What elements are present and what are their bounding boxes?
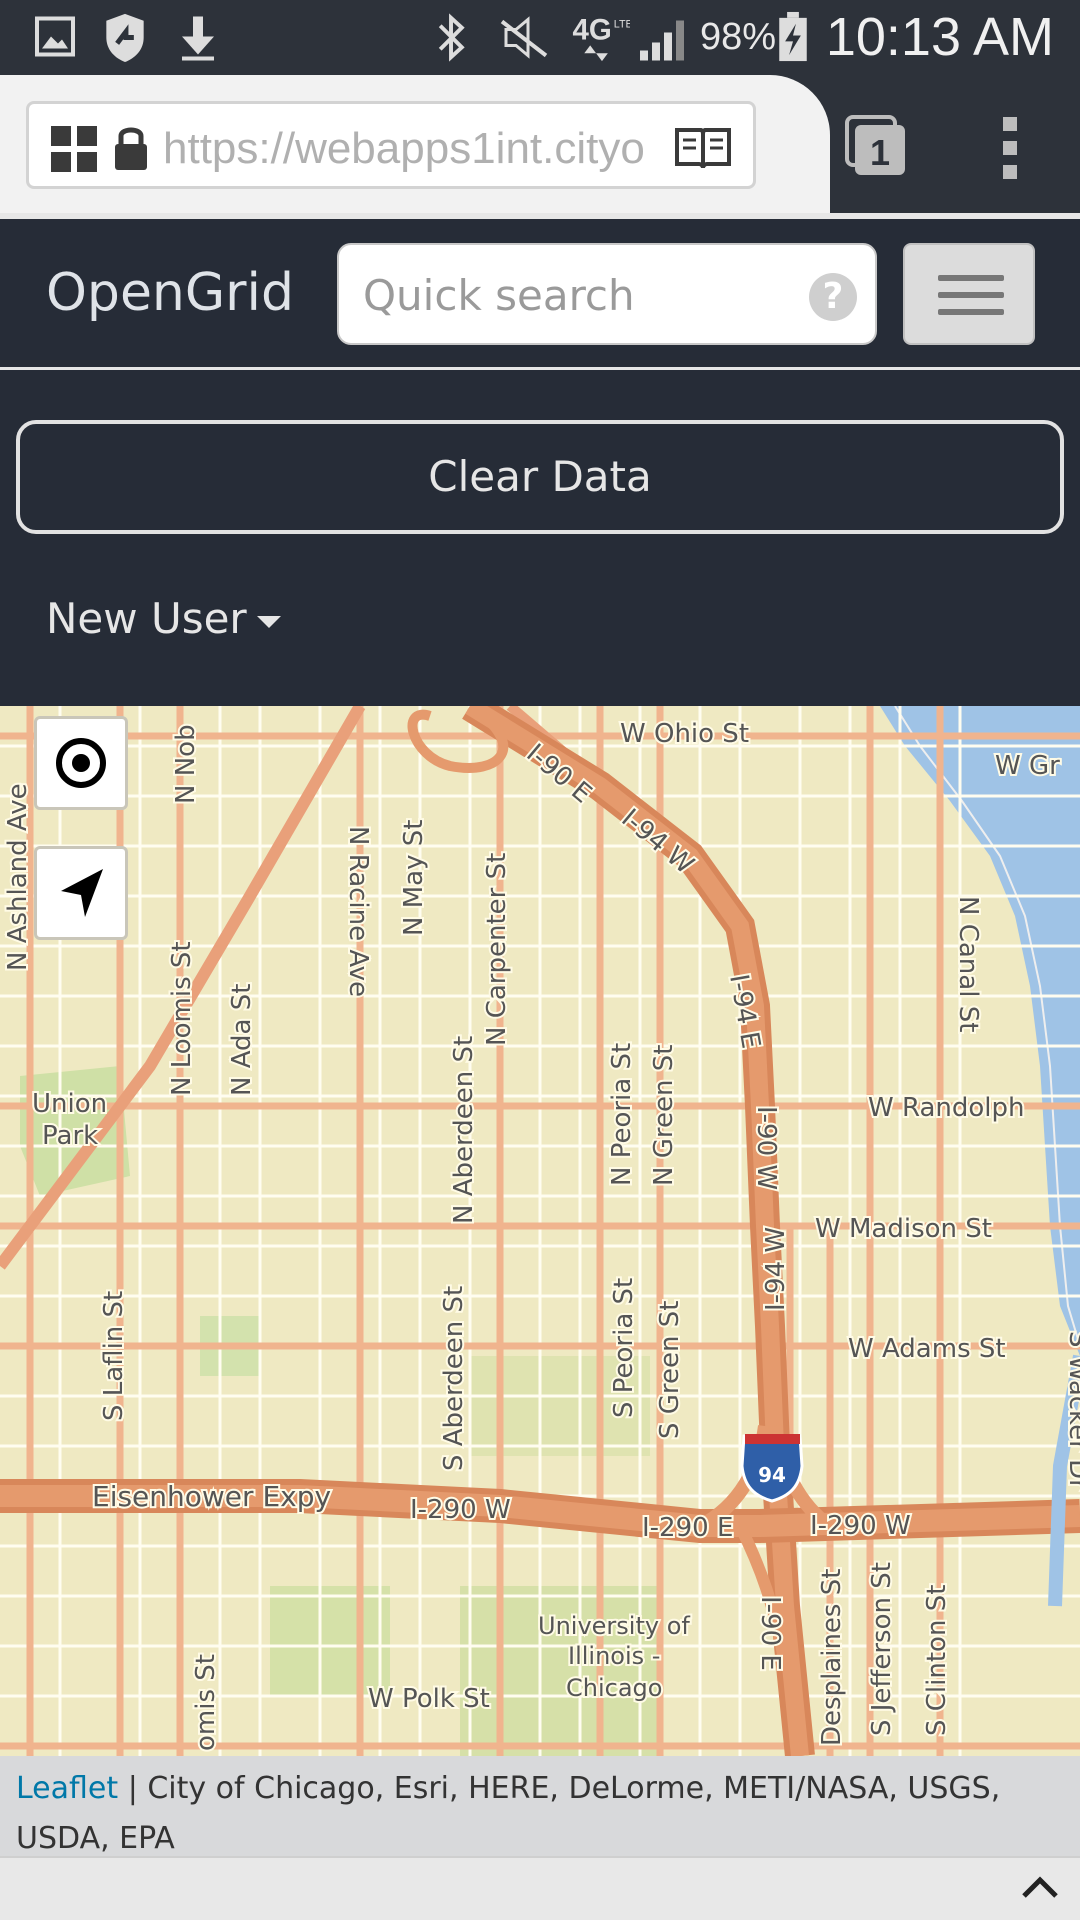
street-label: N Nob	[171, 724, 201, 804]
attribution-text: | City of Chicago, Esri, HERE, DeLorme, …	[16, 1771, 1001, 1856]
menu-toggle-button[interactable]	[903, 243, 1035, 345]
battery-percent: 98%	[700, 16, 777, 58]
browser-toolbar: https://webapps1int.cityo 1	[0, 75, 1080, 219]
street-label: Desplaines St	[817, 1569, 847, 1746]
svg-text:LTE: LTE	[614, 19, 630, 31]
more-vert-icon	[1003, 117, 1017, 179]
map-view[interactable]: 94 W Ohio St W Gr W Randolph W Madison S…	[0, 706, 1080, 1756]
address-bar[interactable]: https://webapps1int.cityo	[26, 101, 756, 189]
place-label: Illinois -	[568, 1642, 660, 1670]
street-label: S Wacker Dr	[1063, 1331, 1080, 1490]
street-label: N Loomis St	[167, 941, 197, 1096]
mute-icon	[500, 16, 548, 59]
street-label: N Green St	[649, 1045, 679, 1186]
battery-charging-icon	[779, 11, 807, 62]
street-label: N Aberdeen St	[449, 1036, 479, 1224]
street-label: N Peoria St	[607, 1043, 637, 1186]
url-text[interactable]: https://webapps1int.cityo	[163, 124, 663, 174]
hamburger-bar	[938, 275, 1004, 281]
tabs-icon: 1	[845, 115, 905, 175]
reader-mode-icon[interactable]	[674, 126, 732, 172]
shield-number: 94	[758, 1463, 786, 1487]
clear-data-button[interactable]: Clear Data	[16, 420, 1064, 534]
chevron-up-icon[interactable]	[1020, 1872, 1060, 1902]
tabs-button[interactable]: 1	[845, 115, 907, 177]
hamburger-bar	[938, 292, 1004, 298]
bluetooth-icon	[438, 13, 465, 62]
signal-icon	[640, 20, 684, 61]
lock-icon	[115, 127, 147, 170]
highway-label: I-290 W	[810, 1511, 911, 1541]
street-label: N Ashland Ave	[3, 783, 33, 971]
hamburger-bar	[938, 309, 1004, 315]
street-label: S Peoria St	[609, 1278, 639, 1418]
target-icon	[56, 738, 106, 788]
leaflet-link[interactable]: Leaflet	[16, 1771, 118, 1806]
street-label: Eisenhower Expy	[92, 1480, 331, 1513]
clock: 10:13 AM	[825, 7, 1054, 67]
navigation-arrow-icon	[61, 869, 103, 917]
place-label: Union	[32, 1089, 107, 1119]
street-label: W Randolph	[868, 1093, 1025, 1123]
site-grid-icon	[51, 126, 97, 172]
highway-label: I-90 W	[751, 1106, 781, 1190]
street-label: S Clinton St	[922, 1585, 952, 1736]
street-label: S Aberdeen St	[439, 1286, 469, 1471]
street-label: N Racine Ave	[343, 826, 373, 997]
highway-label: I-290 W	[410, 1495, 511, 1525]
help-icon[interactable]: ?	[809, 273, 857, 321]
caret-down-icon	[256, 615, 281, 628]
street-label: N Canal St	[953, 896, 983, 1032]
tab-count: 1	[870, 132, 890, 173]
street-label: S Green St	[655, 1301, 685, 1439]
street-label: W Polk St	[368, 1684, 490, 1714]
user-menu-dropdown[interactable]: New User	[46, 594, 281, 643]
place-label: Chicago	[566, 1674, 662, 1702]
place-label: University of	[538, 1612, 690, 1640]
user-menu-label: New User	[46, 594, 247, 643]
interstate-94-shield: 94	[740, 1434, 804, 1503]
download-icon	[182, 16, 214, 61]
brand-logo[interactable]: OpenGrid	[46, 263, 294, 323]
street-label: N Ada St	[227, 984, 257, 1096]
street-label: W Madison St	[815, 1214, 992, 1244]
shield-update-icon	[106, 13, 144, 63]
gallery-icon	[35, 16, 75, 57]
app-navbar: OpenGrid ?	[0, 219, 1080, 369]
highway-label: I-90 E	[755, 1596, 785, 1671]
search-input[interactable]	[361, 261, 785, 329]
browser-menu-button[interactable]	[1000, 113, 1020, 183]
map-attribution: Leaflet | City of Chicago, Esri, HERE, D…	[0, 1756, 1080, 1856]
street-label: W Ohio St	[620, 719, 749, 749]
street-label: N Carpenter St	[482, 853, 512, 1046]
street-label: omis St	[191, 1654, 221, 1751]
highway-label: I-94 W	[761, 1227, 791, 1311]
network-4g-icon: 4G LTE	[573, 13, 630, 62]
street-label: S Laflin St	[99, 1291, 129, 1421]
nav-collapse: Clear Data New User	[0, 370, 1080, 706]
place-label: Park	[42, 1121, 98, 1151]
highway-label: I-290 E	[642, 1513, 733, 1543]
status-bar: 4G LTE 98% 10:13 AM	[0, 0, 1080, 75]
street-label: W Adams St	[848, 1334, 1006, 1364]
my-location-button[interactable]	[34, 846, 128, 940]
bottom-drawer-handle[interactable]	[0, 1856, 1080, 1920]
svg-text:4G: 4G	[573, 13, 612, 46]
street-label: S Jefferson St	[867, 1562, 897, 1736]
street-label: N May St	[399, 820, 429, 936]
street-label: W Gr	[995, 751, 1060, 781]
quick-search: ?	[337, 243, 877, 345]
locate-target-button[interactable]	[34, 716, 128, 810]
map-tiles: 94 W Ohio St W Gr W Randolph W Madison S…	[0, 706, 1080, 1756]
